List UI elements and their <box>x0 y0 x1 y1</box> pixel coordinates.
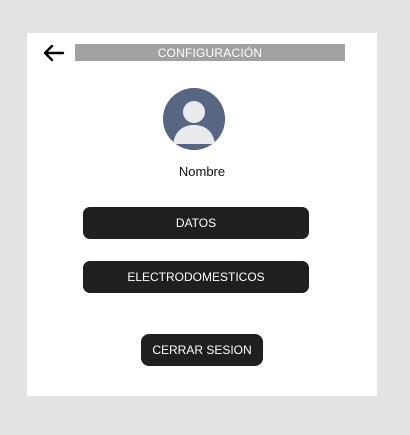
avatar <box>163 88 225 150</box>
logout-button-label: CERRAR SESION <box>152 343 252 357</box>
profile-name: Nombre <box>178 164 226 179</box>
datos-button[interactable]: DATOS <box>83 207 309 239</box>
logout-button[interactable]: CERRAR SESION <box>141 334 263 366</box>
page-title: CONFIGURACIÓN <box>157 45 263 60</box>
page-title-bar: CONFIGURACIÓN <box>75 44 345 61</box>
datos-button-label: DATOS <box>175 216 217 230</box>
user-avatar-icon <box>163 88 225 150</box>
settings-card: CONFIGURACIÓN Nombre DATOS ELECTRODOMEST… <box>27 33 377 396</box>
back-button[interactable] <box>40 42 66 64</box>
electrodomesticos-button-label: ELECTRODOMESTICOS <box>127 270 265 284</box>
arrow-left-icon <box>43 44 65 62</box>
electrodomesticos-button[interactable]: ELECTRODOMESTICOS <box>83 261 309 293</box>
